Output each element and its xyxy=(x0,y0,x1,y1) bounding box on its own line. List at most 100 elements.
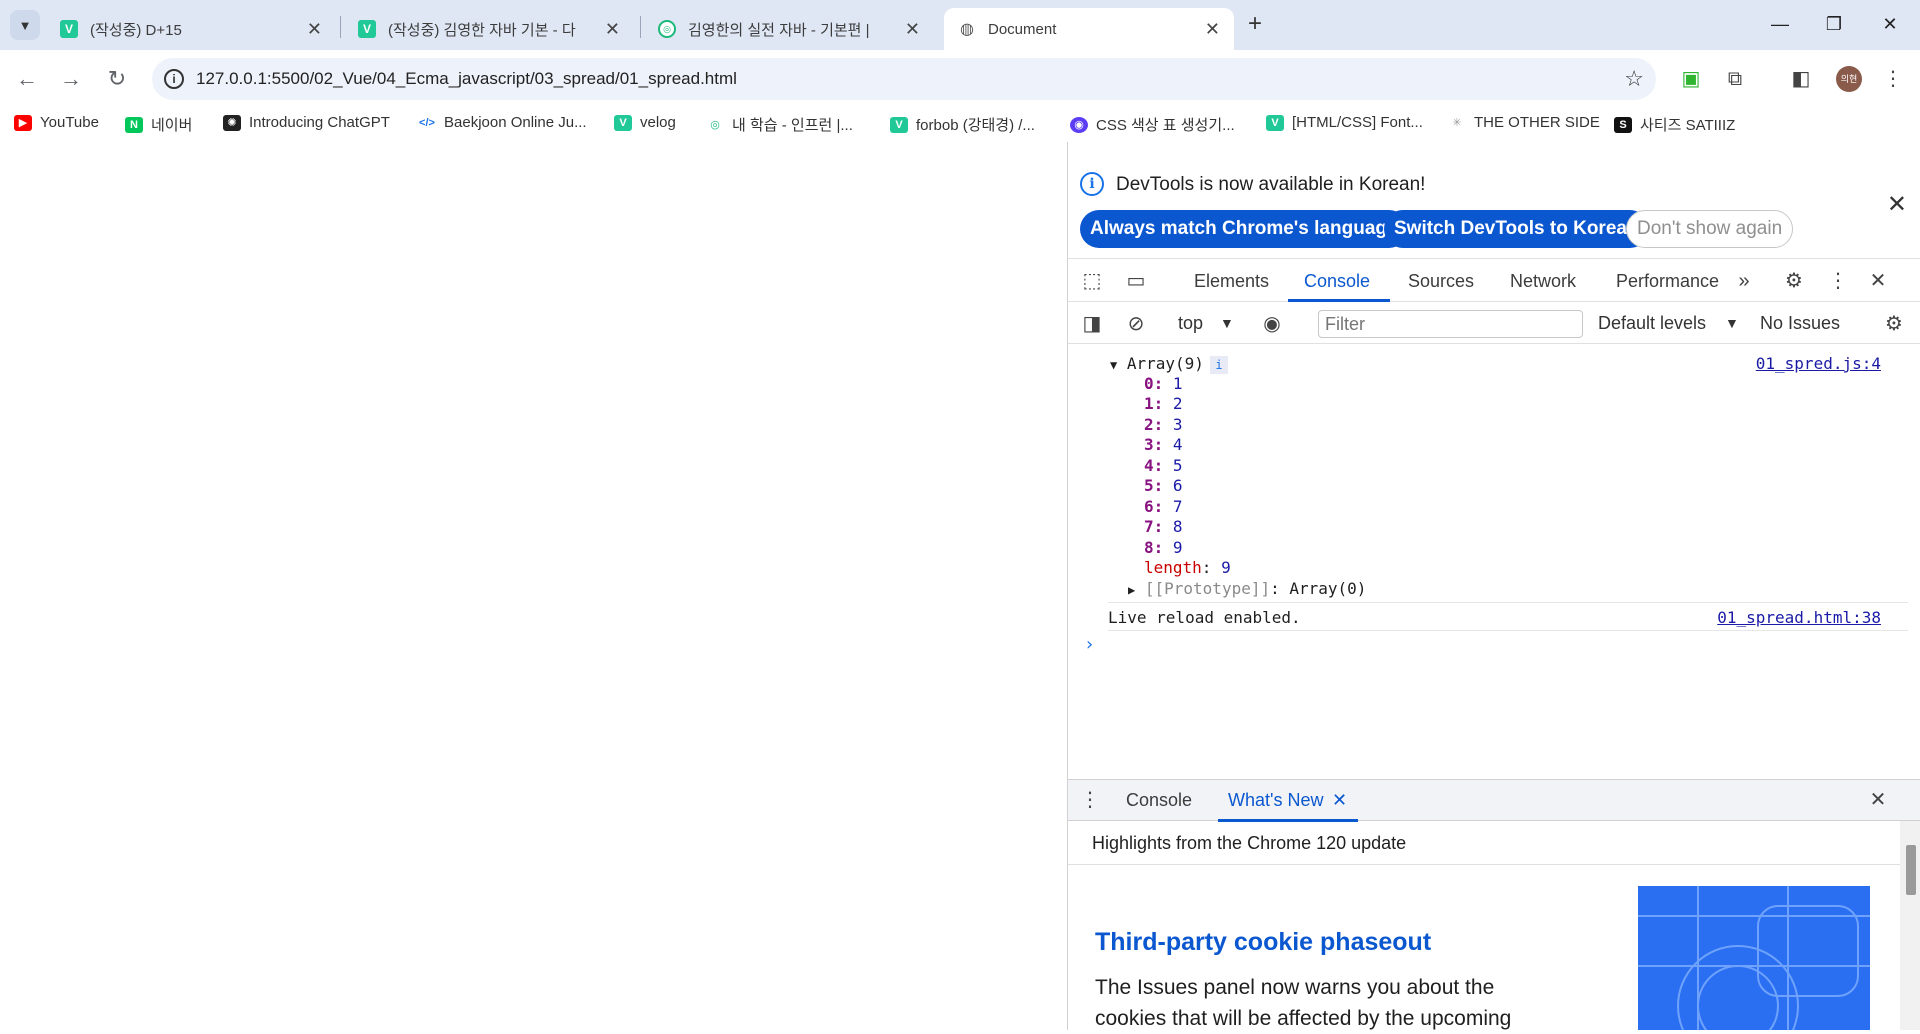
tab-elements[interactable]: Elements xyxy=(1194,271,1269,292)
caret-down-icon[interactable]: ▼ xyxy=(1725,315,1739,331)
settings-gear-icon[interactable]: ⚙ xyxy=(1780,267,1808,295)
bookmark-item[interactable]: N 네이버 xyxy=(125,114,192,135)
browser-tab[interactable]: ◎ 김영한의 실전 자바 - 기본편 | ✕ xyxy=(644,8,934,50)
drawer-menu-icon[interactable]: ⋮ xyxy=(1076,786,1104,814)
bookmark-item[interactable]: ✺ Introducing ChatGPT xyxy=(223,114,390,131)
bookmark-label: 사티즈 SATIIIZ xyxy=(1640,117,1736,134)
reload-icon[interactable]: ↻ xyxy=(100,62,134,96)
bookmark-item[interactable]: ▶ YouTube xyxy=(14,114,99,131)
browser-tab[interactable]: V (작성중) 김영한 자바 기본 - 다 ✕ xyxy=(344,8,634,50)
console-toolbar: ◨ ⊘ top ▼ ◉ Default levels ▼ No Issues ⚙ xyxy=(1068,302,1920,344)
length-value: 9 xyxy=(1221,558,1231,577)
entry-value: 5 xyxy=(1172,456,1183,475)
entry-key: 0 xyxy=(1144,374,1154,393)
tab-title: 김영한의 실전 자바 - 기본편 | xyxy=(688,21,870,39)
tab-sources[interactable]: Sources xyxy=(1408,271,1474,292)
chevron-down-icon: ▼ xyxy=(18,17,32,33)
length-key: length xyxy=(1144,558,1202,577)
entry-value: 2 xyxy=(1172,394,1183,413)
side-panel-icon[interactable]: ◧ xyxy=(1784,62,1818,96)
tab-console[interactable]: Console xyxy=(1304,271,1370,292)
bookmark-star-icon[interactable]: ☆ xyxy=(1624,66,1644,92)
bookmark-label: forbob (강태경) /... xyxy=(916,117,1035,134)
log-levels-dropdown[interactable]: Default levels xyxy=(1598,313,1706,334)
drawer-tab-console[interactable]: Console xyxy=(1126,790,1192,811)
array-entry: 7: 8 xyxy=(1144,517,1183,536)
browser-tab-active[interactable]: ◍ Document ✕ xyxy=(944,8,1234,50)
context-selector[interactable]: top xyxy=(1178,313,1203,334)
inspect-element-icon[interactable]: ⬚ xyxy=(1078,267,1106,295)
site-info-icon[interactable]: i xyxy=(164,69,184,89)
bookmark-item[interactable]: </> Baekjoon Online Ju... xyxy=(418,114,587,131)
info-badge-icon[interactable]: i xyxy=(1209,356,1228,374)
entry-key: 2 xyxy=(1144,415,1154,434)
source-link[interactable]: 01_spread.html:38 xyxy=(1717,608,1881,627)
bookmark-item[interactable]: ◉ CSS 색상 표 생성기... xyxy=(1070,114,1235,135)
prototype-entry[interactable]: ▶ [[Prototype]]: Array(0) xyxy=(1128,579,1366,598)
back-arrow-icon[interactable]: ← xyxy=(10,62,44,96)
browser-tab[interactable]: V (작성중) D+15 ✕ xyxy=(46,8,336,50)
expand-triangle-icon[interactable]: ▶ xyxy=(1128,583,1135,597)
url-text[interactable]: 127.0.0.1:5500/02_Vue/04_Ecma_javascript… xyxy=(196,69,737,89)
close-devtools-icon[interactable]: ✕ xyxy=(1864,267,1892,295)
bookmark-item[interactable]: ◎ 내 학습 - 인프런 |... xyxy=(706,114,853,135)
clear-console-icon[interactable]: ⊘ xyxy=(1122,310,1150,338)
close-icon[interactable]: ✕ xyxy=(1205,19,1220,40)
drawer-tab-whats-new[interactable]: What's New xyxy=(1228,790,1323,811)
forward-arrow-icon[interactable]: → xyxy=(54,62,88,96)
new-tab-button[interactable]: + xyxy=(1240,10,1270,38)
more-tabs-icon[interactable]: » xyxy=(1730,267,1758,295)
menu-dots-icon[interactable]: ⋮ xyxy=(1876,62,1910,96)
bookmark-item[interactable]: V velog xyxy=(614,114,676,131)
extensions-puzzle-icon[interactable]: ⧉ xyxy=(1718,62,1752,96)
bookmark-item[interactable]: V forbob (강태경) /... xyxy=(890,114,1035,135)
collapse-triangle-icon[interactable]: ▼ xyxy=(1110,358,1117,372)
close-icon[interactable]: ✕ xyxy=(905,19,920,40)
switch-korean-button[interactable]: Switch DevTools to Korean xyxy=(1384,210,1649,248)
close-drawer-icon[interactable]: ✕ xyxy=(1864,786,1892,814)
entry-value: 9 xyxy=(1172,538,1183,557)
more-options-icon[interactable]: ⋮ xyxy=(1824,267,1852,295)
bookmark-item[interactable]: V [HTML/CSS] Font... xyxy=(1266,114,1423,131)
source-link[interactable]: 01_spred.js:4 xyxy=(1756,354,1881,373)
tab-performance[interactable]: Performance xyxy=(1616,271,1719,292)
device-toolbar-icon[interactable]: ▭ xyxy=(1122,267,1150,295)
code-icon: </> xyxy=(418,114,436,131)
close-icon[interactable]: ✕ xyxy=(605,19,620,40)
filter-input[interactable] xyxy=(1318,310,1583,338)
article-title[interactable]: Third-party cookie phaseout xyxy=(1095,928,1431,957)
v-icon: V xyxy=(60,20,78,38)
eye-icon[interactable]: ◉ xyxy=(1258,310,1286,338)
avatar[interactable]: 의현 xyxy=(1836,66,1862,92)
extension-green-icon[interactable]: ▣ xyxy=(1674,62,1708,96)
close-icon[interactable]: ✕ xyxy=(307,19,322,40)
bookmark-item[interactable]: S 사티즈 SATIIIZ xyxy=(1614,114,1735,135)
dont-show-again-button[interactable]: Don't show again xyxy=(1626,210,1794,248)
console-prompt-icon[interactable]: › xyxy=(1084,634,1095,655)
drawer-scrollbar[interactable] xyxy=(1900,821,1920,1030)
array-log-entry[interactable]: ▼ Array(9) i xyxy=(1110,354,1228,374)
bookmark-item[interactable]: ✳ THE OTHER SIDE xyxy=(1448,114,1600,131)
drawer-tab-bar: ⋮ Console What's New ✕ ✕ xyxy=(1068,779,1920,822)
console-settings-icon[interactable]: ⚙ xyxy=(1880,310,1908,338)
address-bar[interactable]: i 127.0.0.1:5500/02_Vue/04_Ecma_javascri… xyxy=(152,58,1656,100)
whats-new-header: Highlights from the Chrome 120 update xyxy=(1068,821,1920,865)
caret-down-icon[interactable]: ▼ xyxy=(1220,315,1234,331)
array-label: Array(9) xyxy=(1126,354,1204,373)
bookmark-label: CSS 색상 표 생성기... xyxy=(1096,117,1235,134)
tab-search-button[interactable]: ▼ xyxy=(10,10,40,40)
tab-separator xyxy=(640,16,641,38)
scrollbar-thumb[interactable] xyxy=(1906,845,1916,895)
entry-value: 1 xyxy=(1172,374,1183,393)
close-icon[interactable]: ✕ xyxy=(1887,190,1907,219)
array-entry: 8: 9 xyxy=(1144,538,1183,557)
issues-counter[interactable]: No Issues xyxy=(1760,313,1840,334)
sidebar-toggle-icon[interactable]: ◨ xyxy=(1078,310,1106,338)
entry-key: 3 xyxy=(1144,435,1154,454)
tab-network[interactable]: Network xyxy=(1510,271,1576,292)
minimize-icon[interactable]: — xyxy=(1760,8,1800,40)
match-language-button[interactable]: Always match Chrome's language xyxy=(1080,210,1408,248)
close-tab-icon[interactable]: ✕ xyxy=(1332,790,1347,811)
restore-icon[interactable]: ❐ xyxy=(1814,8,1854,40)
window-close-icon[interactable]: ✕ xyxy=(1870,8,1910,40)
